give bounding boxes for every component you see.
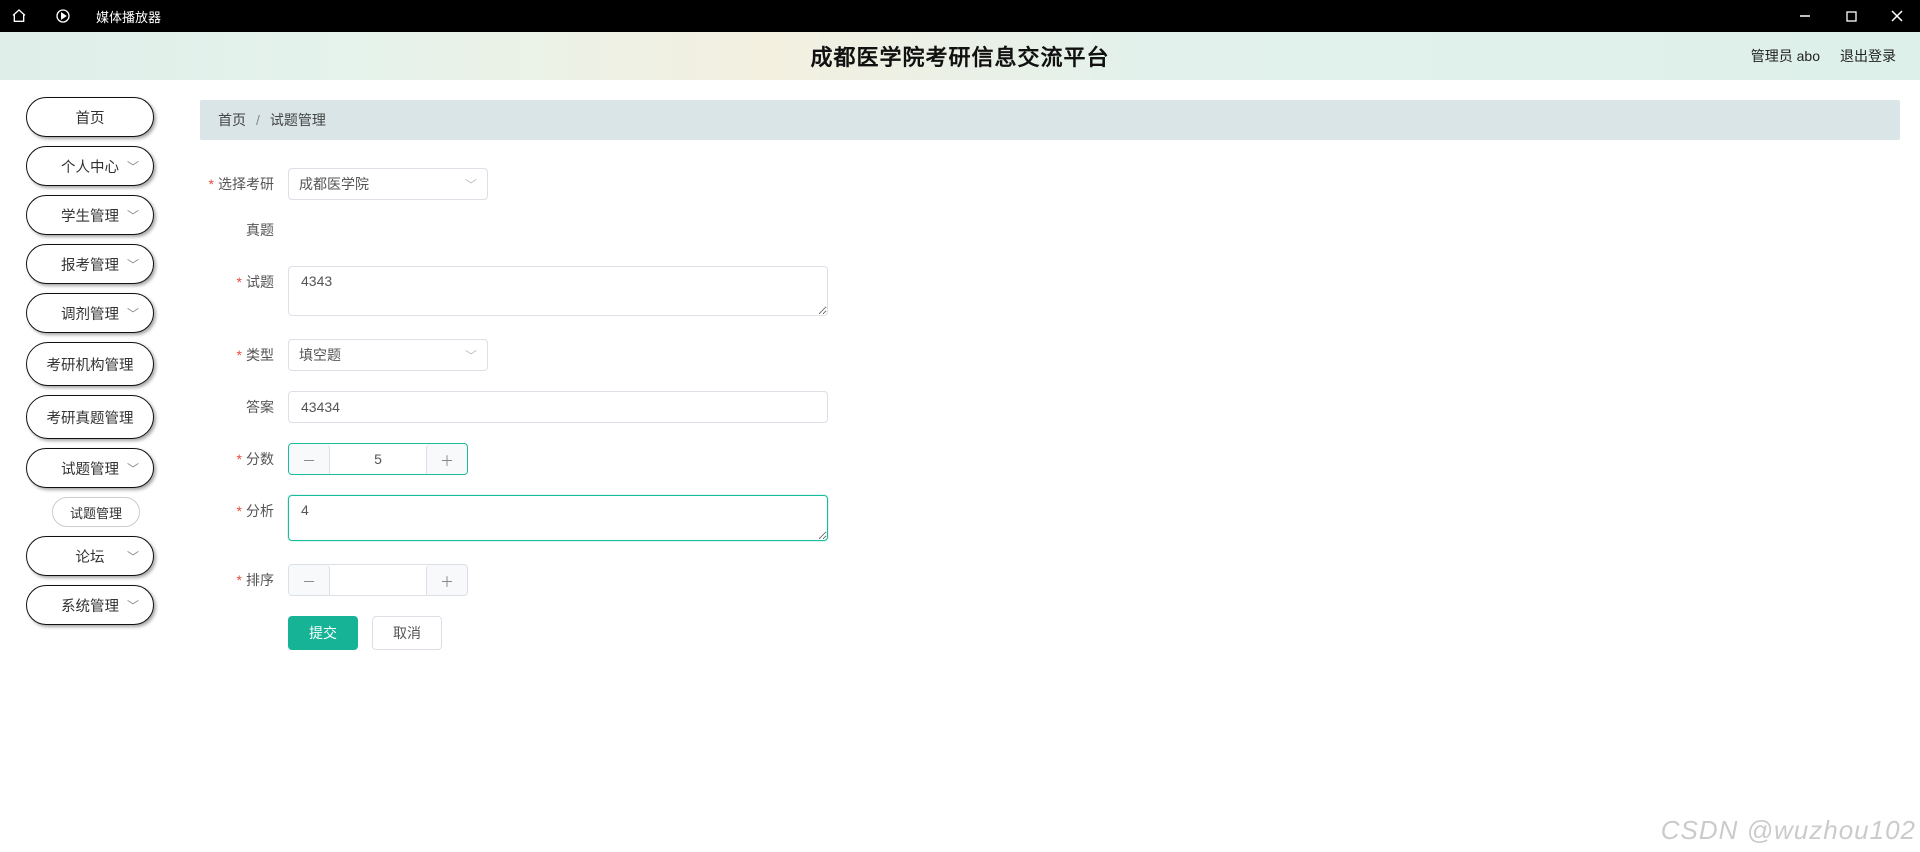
admin-label[interactable]: 管理员 abo xyxy=(1751,46,1820,66)
breadcrumb-current: 试题管理 xyxy=(270,110,326,130)
order-stepper: － ＋ xyxy=(288,564,468,596)
score-stepper: － ＋ xyxy=(288,443,468,475)
home-icon[interactable] xyxy=(8,5,30,27)
app-header: 成都医学院考研信息交流平台 管理员 abo 退出登录 xyxy=(0,32,1920,80)
sidebar-item-label: 系统管理 xyxy=(61,595,119,616)
window-close-button[interactable] xyxy=(1874,0,1920,32)
sidebar-item-label: 学生管理 xyxy=(61,205,119,226)
score-decrease-button[interactable]: － xyxy=(289,444,330,475)
window-titlebar: 媒体播放器 xyxy=(0,0,1920,32)
app-title: 成都医学院考研信息交流平台 xyxy=(0,40,1920,72)
logout-link[interactable]: 退出登录 xyxy=(1840,46,1896,66)
sidebar-item-label: 论坛 xyxy=(76,546,105,567)
select-exam-dropdown[interactable]: 成都医学院 ﹀ xyxy=(288,168,488,200)
sidebar-item-home[interactable]: 首页 xyxy=(26,97,154,137)
label-answer: 答案 xyxy=(200,391,288,423)
sidebar-item-transfer-mgmt[interactable]: 调剂管理 ﹀ xyxy=(26,293,154,333)
question-textarea[interactable] xyxy=(288,266,828,316)
chevron-down-icon: ﹀ xyxy=(127,158,139,175)
chevron-down-icon: ﹀ xyxy=(127,460,139,477)
type-value: 填空题 xyxy=(299,345,341,365)
sidebar-item-system-mgmt[interactable]: 系统管理 ﹀ xyxy=(26,585,154,625)
label-order: *排序 xyxy=(200,564,288,596)
chevron-down-icon: ﹀ xyxy=(127,256,139,273)
window-controls xyxy=(1782,0,1920,32)
breadcrumb: 首页 / 试题管理 xyxy=(200,100,1900,140)
label-score: *分数 xyxy=(200,443,288,475)
score-increase-button[interactable]: ＋ xyxy=(426,444,467,475)
sidebar-item-org-mgmt[interactable]: 考研机构管理 xyxy=(26,342,154,386)
sidebar-item-label: 考研真题管理 xyxy=(47,407,134,428)
sidebar-item-label: 个人中心 xyxy=(61,156,119,177)
order-increase-button[interactable]: ＋ xyxy=(426,565,467,596)
chevron-down-icon: ﹀ xyxy=(127,548,139,565)
breadcrumb-separator: / xyxy=(256,112,260,128)
breadcrumb-home-link[interactable]: 首页 xyxy=(218,110,246,130)
sidebar-item-label: 首页 xyxy=(76,107,105,128)
select-exam-value: 成都医学院 xyxy=(299,174,369,194)
window-minimize-button[interactable] xyxy=(1782,0,1828,32)
sidebar-item-realexam-mgmt[interactable]: 考研真题管理 xyxy=(26,395,154,439)
answer-input[interactable] xyxy=(288,391,828,423)
score-input[interactable] xyxy=(330,444,426,474)
label-type: *类型 xyxy=(200,339,288,371)
sidebar-item-label: 试题管理 xyxy=(70,503,122,522)
label-question: *试题 xyxy=(200,266,288,298)
chevron-down-icon: ﹀ xyxy=(127,305,139,322)
sidebar-item-question-mgmt[interactable]: 试题管理 ﹀ xyxy=(26,448,154,488)
sidebar-item-label: 调剂管理 xyxy=(61,303,119,324)
sidebar-item-apply-mgmt[interactable]: 报考管理 ﹀ xyxy=(26,244,154,284)
sidebar-item-label: 考研机构管理 xyxy=(47,354,134,375)
label-select-exam: *选择考研 xyxy=(200,168,288,200)
analysis-textarea[interactable] xyxy=(288,495,828,541)
window-app-name: 媒体播放器 xyxy=(96,7,161,26)
submit-button[interactable]: 提交 xyxy=(288,616,358,650)
header-user-area: 管理员 abo 退出登录 xyxy=(1751,46,1896,66)
main-content: 首页 / 试题管理 *选择考研 成都医学院 ﹀ 真题 xyxy=(180,80,1920,852)
sidebar-subitem-question-mgmt[interactable]: 试题管理 xyxy=(52,497,140,527)
sidebar: 首页 个人中心 ﹀ 学生管理 ﹀ 报考管理 ﹀ 调剂管理 ﹀ 考研机构管理 考研真题管理… xyxy=(0,80,180,852)
sidebar-item-student-mgmt[interactable]: 学生管理 ﹀ xyxy=(26,195,154,235)
chevron-down-icon: ﹀ xyxy=(465,176,477,193)
window-maximize-button[interactable] xyxy=(1828,0,1874,32)
cancel-button[interactable]: 取消 xyxy=(372,616,442,650)
sidebar-item-label: 试题管理 xyxy=(61,458,119,479)
order-decrease-button[interactable]: － xyxy=(289,565,330,596)
chevron-down-icon: ﹀ xyxy=(127,597,139,614)
chevron-down-icon: ﹀ xyxy=(127,207,139,224)
sidebar-item-profile[interactable]: 个人中心 ﹀ xyxy=(26,146,154,186)
type-dropdown[interactable]: 填空题 ﹀ xyxy=(288,339,488,371)
label-analysis: *分析 xyxy=(200,495,288,527)
sidebar-item-forum[interactable]: 论坛 ﹀ xyxy=(26,536,154,576)
order-input[interactable] xyxy=(330,565,426,595)
sidebar-item-label: 报考管理 xyxy=(61,254,119,275)
chevron-down-icon: ﹀ xyxy=(465,347,477,364)
media-play-icon[interactable] xyxy=(52,5,74,27)
label-real-question: 真题 xyxy=(200,214,288,246)
question-form: *选择考研 成都医学院 ﹀ 真题 *试题 xyxy=(180,140,1920,690)
